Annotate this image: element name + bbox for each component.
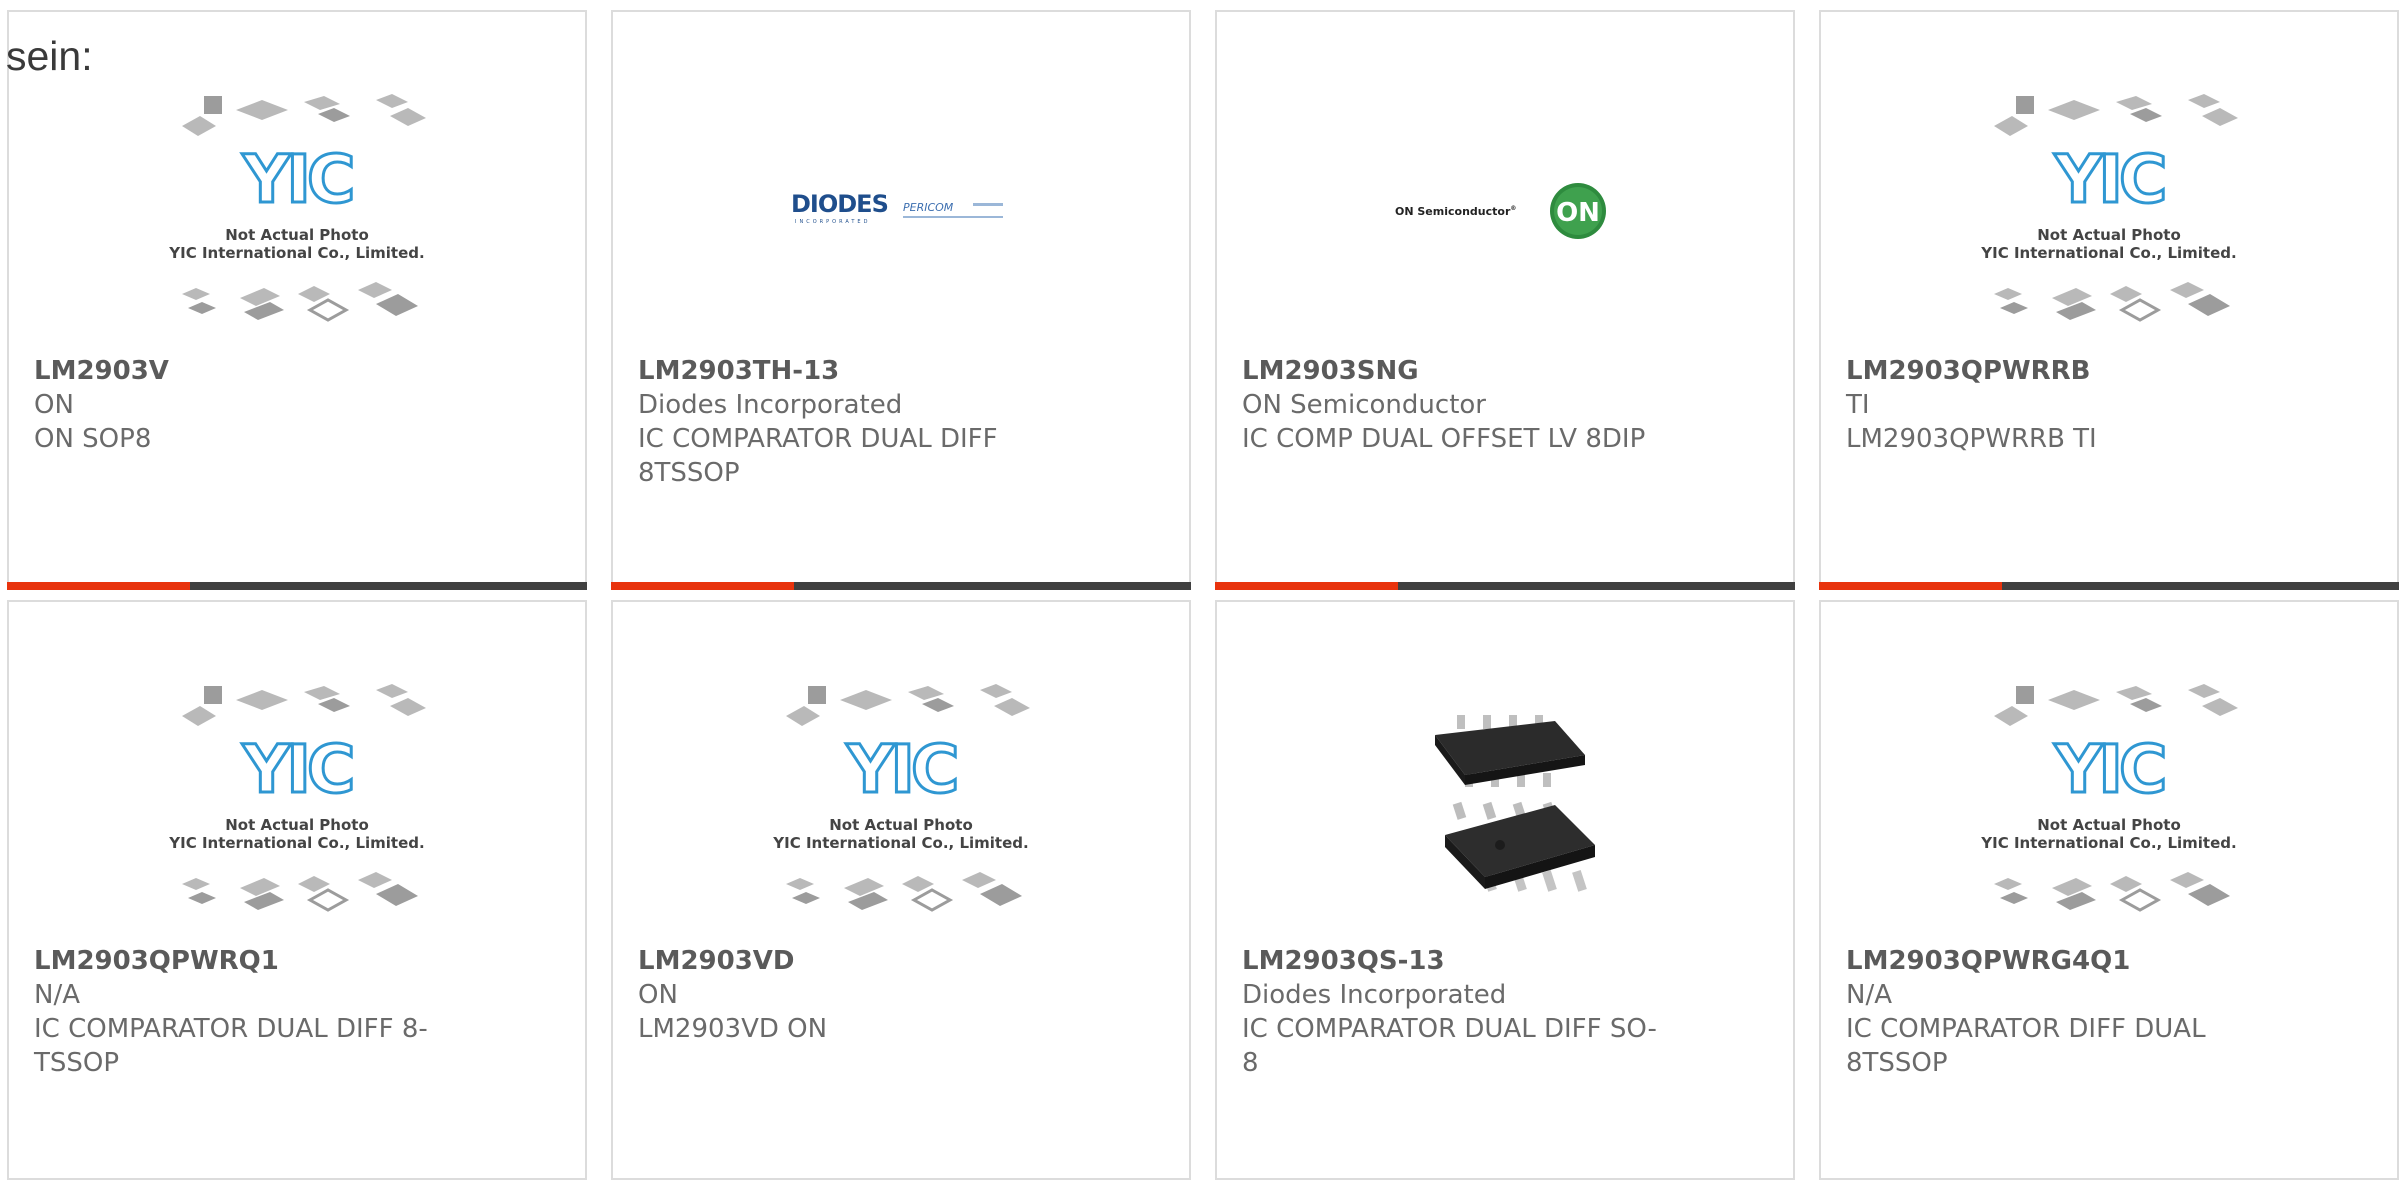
product-card[interactable]: DIODES INCORPORATED PERICOM LM2903TH-13 … bbox=[611, 10, 1191, 590]
card-bottom-bar bbox=[1819, 582, 2399, 590]
svg-text:ON: ON bbox=[1556, 198, 1600, 228]
svg-text:Not Actual Photo: Not Actual Photo bbox=[2037, 816, 2181, 834]
product-image: YIC Not Actual Photo YIC International C… bbox=[9, 70, 585, 350]
description: IC COMPARATOR DUAL DIFF 8TSSOP bbox=[638, 424, 998, 488]
manufacturer: N/A bbox=[1846, 980, 1892, 1010]
svg-text:Not Actual Photo: Not Actual Photo bbox=[829, 816, 973, 834]
product-image: YIC Not Actual Photo YIC International C… bbox=[9, 660, 585, 940]
card-bottom-bar bbox=[611, 582, 1191, 590]
product-image: DIODES INCORPORATED PERICOM bbox=[613, 70, 1189, 350]
svg-text:DIODES: DIODES bbox=[791, 190, 888, 218]
svg-text:PERICOM: PERICOM bbox=[903, 201, 954, 214]
manufacturer: Diodes Incorporated bbox=[1242, 980, 1507, 1010]
svg-text:YIC International Co., Limited: YIC International Co., Limited. bbox=[168, 834, 424, 852]
svg-text:YIC International Co., Limited: YIC International Co., Limited. bbox=[772, 834, 1028, 852]
product-card[interactable]: YIC Not Actual Photo YIC International C… bbox=[7, 600, 587, 1180]
description: LM2903VD ON bbox=[638, 1014, 828, 1044]
diodes-logo: DIODES INCORPORATED PERICOM bbox=[791, 190, 1003, 225]
product-image bbox=[1217, 660, 1793, 940]
svg-text:INCORPORATED: INCORPORATED bbox=[795, 219, 870, 225]
manufacturer: TI bbox=[1846, 390, 1870, 420]
manufacturer: ON bbox=[34, 390, 74, 420]
card-bottom-bar bbox=[7, 582, 587, 590]
description: IC COMP DUAL OFFSET LV 8DIP bbox=[1242, 424, 1646, 454]
so8-chip-photo bbox=[1435, 715, 1595, 892]
yic-placeholder-graphic: YIC Not Actual Photo YIC International C… bbox=[1980, 94, 2238, 322]
description: ON SOP8 bbox=[34, 424, 152, 454]
product-image: YIC Not Actual Photo YIC International C… bbox=[613, 660, 1189, 940]
product-card[interactable]: LM2903QS-13 Diodes Incorporated IC COMPA… bbox=[1215, 600, 1795, 1180]
part-number: LM2903VD bbox=[638, 946, 795, 976]
card-bottom-bar bbox=[1215, 582, 1795, 590]
svg-text:YIC International Co., Limited: YIC International Co., Limited. bbox=[1980, 244, 2236, 262]
product-card[interactable]: YIC Not Actual Photo YIC International C… bbox=[1819, 10, 2399, 590]
svg-text:YIC: YIC bbox=[2054, 141, 2164, 218]
product-image: ON Semiconductor® ON bbox=[1217, 70, 1793, 350]
yic-placeholder-graphic: YIC Not Actual Photo YIC International C… bbox=[168, 684, 426, 912]
svg-text:YIC: YIC bbox=[242, 141, 352, 218]
svg-text:YIC International Co., Limited: YIC International Co., Limited. bbox=[168, 244, 424, 262]
part-number: LM2903V bbox=[34, 356, 169, 386]
svg-text:YIC: YIC bbox=[2054, 731, 2164, 808]
manufacturer: ON Semiconductor bbox=[1242, 390, 1486, 420]
accent-bar bbox=[7, 582, 190, 590]
description: LM2903QPWRRB TI bbox=[1846, 424, 2097, 454]
svg-text:ON Semiconductor®: ON Semiconductor® bbox=[1395, 205, 1516, 218]
manufacturer: N/A bbox=[34, 980, 80, 1010]
product-grid: YIC Not Actual Photo YIC International C… bbox=[0, 0, 2400, 1180]
description: IC COMPARATOR DUAL DIFF 8-TSSOP bbox=[34, 1014, 428, 1078]
yic-placeholder-graphic: YIC Not Actual Photo YIC International C… bbox=[772, 684, 1030, 912]
accent-bar bbox=[1215, 582, 1398, 590]
svg-text:Not Actual Photo: Not Actual Photo bbox=[225, 226, 369, 244]
manufacturer: ON bbox=[638, 980, 678, 1010]
svg-text:YIC: YIC bbox=[242, 731, 352, 808]
description: IC COMPARATOR DIFF DUAL 8TSSOP bbox=[1846, 1014, 2206, 1078]
part-number: LM2903TH-13 bbox=[638, 356, 840, 386]
part-number: LM2903QPWRQ1 bbox=[34, 946, 279, 976]
onsemi-logo: ON Semiconductor® ON bbox=[1395, 183, 1606, 239]
product-card[interactable]: ON Semiconductor® ON LM2903SNG ON Semico… bbox=[1215, 10, 1795, 590]
accent-bar bbox=[1819, 582, 2002, 590]
intro-text: sein: bbox=[6, 33, 93, 79]
yic-placeholder-graphic: YIC Not Actual Photo YIC International C… bbox=[1980, 684, 2238, 912]
part-number: LM2903QPWRRB bbox=[1846, 356, 2091, 386]
part-number: LM2903QS-13 bbox=[1242, 946, 1445, 976]
part-number: LM2903QPWRG4Q1 bbox=[1846, 946, 2131, 976]
product-card[interactable]: YIC Not Actual Photo YIC International C… bbox=[611, 600, 1191, 1180]
product-card[interactable]: YIC Not Actual Photo YIC International C… bbox=[1819, 600, 2399, 1180]
svg-text:YIC International Co., Limited: YIC International Co., Limited. bbox=[1980, 834, 2236, 852]
part-number: LM2903SNG bbox=[1242, 356, 1419, 386]
accent-bar bbox=[611, 582, 794, 590]
svg-text:Not Actual Photo: Not Actual Photo bbox=[2037, 226, 2181, 244]
svg-text:Not Actual Photo: Not Actual Photo bbox=[225, 816, 369, 834]
manufacturer: Diodes Incorporated bbox=[638, 390, 903, 420]
svg-text:YIC: YIC bbox=[846, 731, 956, 808]
product-image: YIC Not Actual Photo YIC International C… bbox=[1821, 70, 2397, 350]
description: IC COMPARATOR DUAL DIFF SO-8 bbox=[1242, 1014, 1657, 1078]
product-image: YIC Not Actual Photo YIC International C… bbox=[1821, 660, 2397, 940]
yic-placeholder-graphic: YIC Not Actual Photo YIC International C… bbox=[168, 94, 426, 322]
product-card[interactable]: YIC Not Actual Photo YIC International C… bbox=[7, 10, 587, 590]
